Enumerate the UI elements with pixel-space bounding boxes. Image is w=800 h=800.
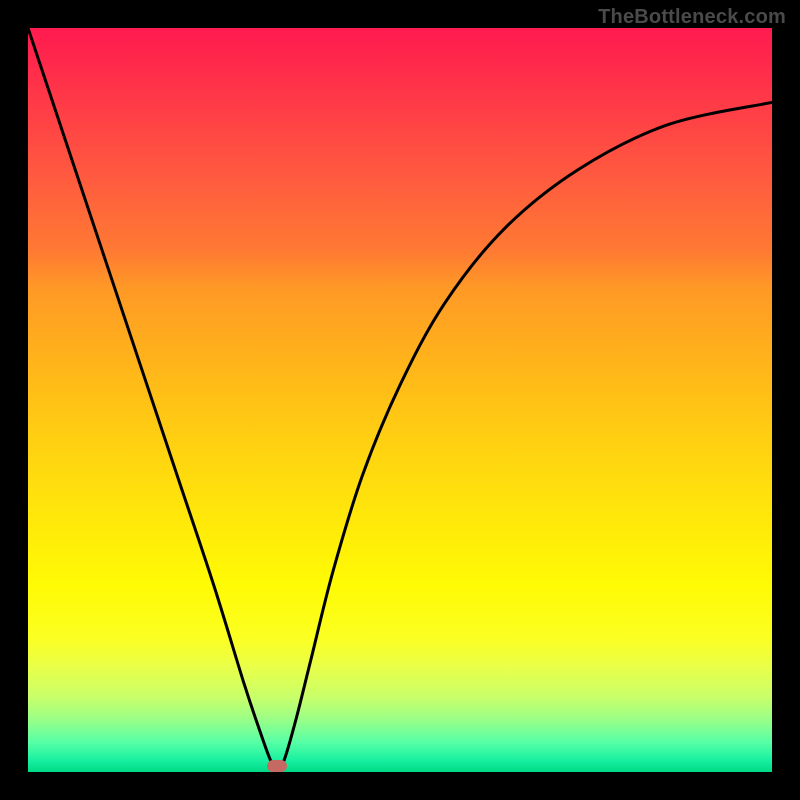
- bottleneck-curve: [28, 28, 772, 772]
- watermark-text: TheBottleneck.com: [598, 6, 786, 29]
- curve-path: [28, 28, 772, 772]
- optimal-point-marker: [267, 760, 287, 772]
- chart-frame: TheBottleneck.com: [0, 0, 800, 800]
- plot-area: [28, 28, 772, 772]
